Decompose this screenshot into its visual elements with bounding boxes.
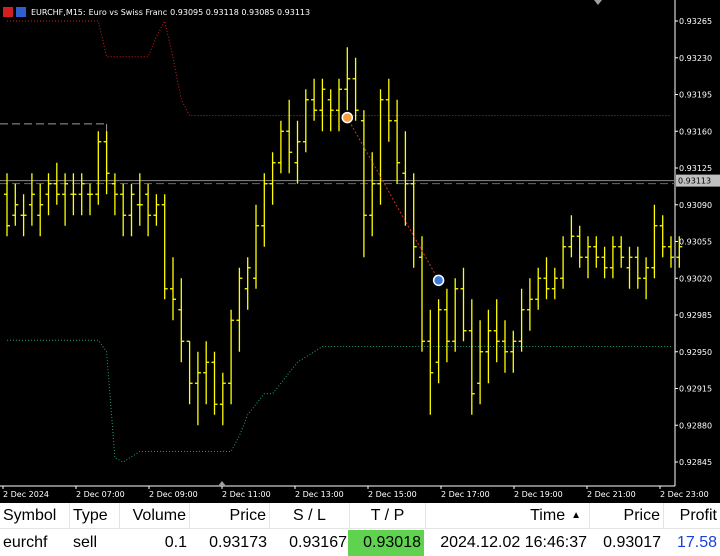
cell-current-price: 0.93017	[603, 534, 661, 551]
chart-shift-marker-icon	[594, 0, 602, 5]
column-header-sl[interactable]: S / L	[270, 503, 350, 529]
price-tick-label: 0.93055	[679, 238, 712, 247]
time-tick-label: 2 Dec 2024	[3, 490, 49, 499]
cell-volume: 0.1	[164, 534, 187, 551]
price-tick-label: 0.92950	[679, 348, 712, 357]
time-tick-label: 2 Dec 09:00	[149, 490, 198, 499]
time-tick-label: 2 Dec 11:00	[222, 490, 271, 499]
time-tick-label: 2 Dec 15:00	[368, 490, 417, 499]
column-header-tp[interactable]: T / P	[350, 503, 426, 529]
cell-stop-loss: 0.93167	[289, 534, 347, 551]
sort-ascending-icon: ▲	[571, 510, 581, 521]
symbol-flag-icon	[16, 7, 26, 17]
column-header-price[interactable]: Price	[190, 503, 270, 529]
exit-marker-icon	[432, 274, 445, 287]
column-header-current-price[interactable]: Price	[590, 503, 664, 529]
cell-time: 2024.12.02 16:46:37	[440, 534, 587, 551]
chart-description: Euro vs Swiss Franc	[88, 7, 168, 17]
table-header: Symbol Type Volume Price S / L T / P Tim…	[0, 503, 720, 529]
time-tick-label: 2 Dec 19:00	[514, 490, 563, 499]
price-tick-label: 0.93265	[679, 17, 712, 26]
column-header-profit[interactable]: Profit	[664, 503, 720, 529]
price-chart[interactable]: 0.93265 0.93230 0.93195 0.93160 0.93125 0.930…	[0, 0, 720, 502]
chart-symbol: EURCHF,M15:	[31, 7, 86, 17]
column-header-type[interactable]: Type	[70, 503, 120, 529]
time-tick-label: 2 Dec 07:00	[76, 490, 125, 499]
time-scroll-marker-icon	[218, 481, 226, 486]
table-row[interactable]: eurchf sell 0.1 0.93173 0.93167 0.93018 …	[0, 530, 720, 556]
price-tick-label: 0.93125	[679, 164, 712, 173]
current-price-tag-label: 0.93113	[678, 177, 711, 186]
column-header-time-label: Time	[530, 507, 566, 524]
cell-take-profit: 0.93018	[348, 530, 424, 556]
trade-line	[346, 117, 440, 281]
symbol-flag-icon	[3, 7, 13, 17]
cell-type: sell	[73, 534, 98, 551]
price-tick-label: 0.92985	[679, 311, 712, 320]
price-tick-label: 0.93230	[679, 54, 712, 63]
chart-canvas[interactable]: 0.93265 0.93230 0.93195 0.93160 0.93125 0.930…	[0, 0, 720, 502]
price-tick-label: 0.93020	[679, 274, 712, 283]
chart-header: EURCHF,M15: Euro vs Swiss Franc 0.93095 …	[3, 5, 310, 19]
entry-marker-icon	[341, 111, 354, 124]
cell-symbol: eurchf	[3, 534, 48, 551]
price-tick-label: 0.92845	[679, 458, 712, 467]
cell-profit: 17.58	[676, 534, 717, 551]
time-tick-label: 2 Dec 23:00	[660, 490, 709, 499]
trade-table: Symbol Type Volume Price S / L T / P Tim…	[0, 503, 720, 556]
time-tick-label: 2 Dec 21:00	[587, 490, 636, 499]
column-header-symbol[interactable]: Symbol	[0, 503, 70, 529]
price-tick-label: 0.92915	[679, 385, 712, 394]
time-tick-label: 2 Dec 13:00	[295, 490, 344, 499]
time-tick-label: 2 Dec 17:00	[441, 490, 490, 499]
price-tick-label: 0.93090	[679, 201, 712, 210]
column-header-volume[interactable]: Volume	[120, 503, 190, 529]
cell-open-price: 0.93173	[209, 534, 267, 551]
price-tick-label: 0.93160	[679, 127, 712, 136]
column-header-time[interactable]: Time ▲	[426, 503, 590, 529]
price-tick-label: 0.93195	[679, 91, 712, 100]
chart-ohlc: 0.93095 0.93118 0.93085 0.93113	[170, 7, 311, 17]
price-tick-label: 0.92880	[679, 421, 712, 430]
lower-band-line	[7, 339, 671, 463]
